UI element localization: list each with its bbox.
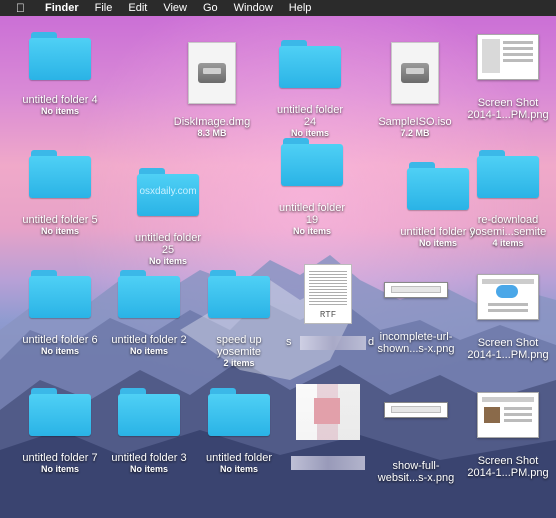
desktop-item-rtf-document[interactable]: RTF s d [278,264,378,350]
item-info: No items [40,346,79,356]
menu-window[interactable]: Window [234,0,273,16]
desktop-item-untitled-folder-24[interactable]: untitled folder 24 No items [260,40,360,139]
screenshot-thumbnail [384,402,448,418]
image-thumbnail [296,384,360,440]
item-name: untitled folder 3 [111,452,187,464]
desktop-item-redownload-yosemite[interactable]: re-download yosemi...semite 4 items [458,150,556,249]
item-info: 2 items [223,358,255,368]
item-name-blurred: s d [278,336,378,350]
desktop-item-untitled-folder-2[interactable]: untitled folder 2 No items [99,270,199,357]
disk-image-icon [188,42,236,104]
desktop-item-untitled-folder-3[interactable]: untitled folder 3 No items [99,388,199,475]
item-info: No items [40,464,79,474]
redacted-text [300,336,366,350]
item-info: No items [40,226,79,236]
item-name: untitled folder 6 [22,334,98,346]
desktop-item-untitled-folder-6[interactable]: untitled folder 6 No items [10,270,110,357]
item-name: untitled folder [205,452,273,464]
item-info: No items [129,346,168,356]
folder-icon [208,388,270,436]
item-info: 8.3 MB [197,128,227,138]
item-name: untitled folder 7 [22,452,98,464]
item-info: No items [219,464,258,474]
folder-icon [29,32,91,80]
item-info: 7.2 MB [400,128,430,138]
menu-help[interactable]: Help [289,0,312,16]
item-name: speed up yosemite [216,334,262,358]
item-name: untitled folder 19 [278,202,346,226]
item-name: Screen Shot 2014-1...PM.png [467,97,549,121]
item-name: DiskImage.dmg [173,116,251,128]
item-name: untitled folder 2 [111,334,187,346]
item-name: show-full-websit...s-x.png [377,460,455,484]
folder-label: osxdaily.com [139,186,197,197]
redacted-text [291,456,365,470]
desktop-item-show-full-website[interactable]: show-full-websit...s-x.png [366,402,466,484]
item-info: 4 items [492,238,524,248]
menu-file[interactable]: File [95,0,113,16]
screenshot-thumbnail [384,282,448,298]
apple-menu-icon[interactable]:  [16,0,25,16]
item-info: No items [129,464,168,474]
item-name: untitled folder 24 [276,104,344,128]
screenshot-thumbnail [477,274,539,320]
icloud-icon [496,285,518,298]
item-name: untitled folder 5 [22,214,98,226]
desktop-item-untitled-folder-7[interactable]: untitled folder 7 No items [10,388,110,475]
desktop-item-incomplete-url[interactable]: incomplete-url-shown...s-x.png [366,282,466,355]
menu-edit[interactable]: Edit [128,0,147,16]
desktop-item-diskimage[interactable]: DiskImage.dmg 8.3 MB [162,42,262,139]
item-name: Screen Shot 2014-1...PM.png [467,337,549,361]
item-name: SampleISO.iso [378,116,452,128]
desktop-item-untitled-folder-4[interactable]: untitled folder 4 No items [10,32,110,117]
item-info: No items [148,256,187,266]
rtf-document-icon: RTF [304,264,352,324]
menu-finder[interactable]: Finder [45,0,79,16]
item-name: Screen Shot 2014-1...PM.png [467,455,549,479]
desktop-item-untitled-folder-5[interactable]: untitled folder 5 No items [10,150,110,237]
screenshot-thumbnail [477,392,539,438]
item-info: No items [40,106,79,116]
disk-image-icon [391,42,439,104]
folder-icon [279,40,341,88]
screenshot-thumbnail [477,34,539,80]
folder-icon [29,270,91,318]
desktop-item-screenshot-2[interactable]: Screen Shot 2014-1...PM.png [458,274,556,361]
menu-view[interactable]: View [163,0,187,16]
item-name: untitled folder 25 [134,232,202,256]
item-name: incomplete-url-shown...s-x.png [377,331,455,355]
folder-icon [208,270,270,318]
item-info: No items [292,226,331,236]
desktop-item-speed-up-yosemite[interactable]: speed up yosemite 2 items [189,270,289,369]
folder-icon [118,270,180,318]
desktop-item-sampleiso[interactable]: SampleISO.iso 7.2 MB [365,42,465,139]
folder-icon [29,150,91,198]
folder-icon [118,388,180,436]
folder-icon [477,150,539,198]
desktop-item-screenshot-1[interactable]: Screen Shot 2014-1...PM.png [458,34,556,121]
desktop-item-screenshot-3[interactable]: Screen Shot 2014-1...PM.png [458,392,556,479]
menu-bar:  Finder File Edit View Go Window Help [0,0,556,16]
desktop-item-untitled-folder[interactable]: untitled folder No items [189,388,289,475]
desktop-item-blurred-image[interactable] [278,384,378,470]
item-name-start: s [286,336,292,348]
menu-go[interactable]: Go [203,0,218,16]
item-name: re-download yosemi...semite [469,214,547,238]
desktop-item-untitled-folder-19[interactable]: untitled folder 19 No items [262,138,362,237]
folder-icon [281,138,343,186]
rtf-label: RTF [319,310,337,320]
folder-icon: osxdaily.com [137,168,199,216]
desktop-item-untitled-folder-25[interactable]: osxdaily.com untitled folder 25 No items [118,168,218,267]
folder-icon [29,388,91,436]
item-name: untitled folder 4 [22,94,98,106]
